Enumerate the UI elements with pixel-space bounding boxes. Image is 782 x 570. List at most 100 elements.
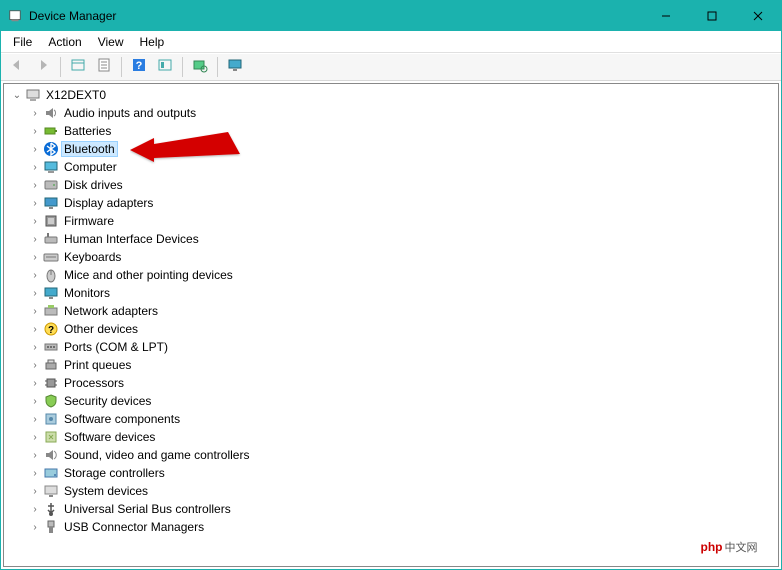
add-hardware-button[interactable] xyxy=(223,55,247,79)
properties-icon xyxy=(96,57,112,78)
system-icon xyxy=(43,483,59,499)
tree-item[interactable]: ›Mice and other pointing devices xyxy=(4,266,778,284)
tree-root-label: X12DEXT0 xyxy=(44,88,108,102)
chevron-right-icon[interactable]: › xyxy=(28,448,42,462)
tree-item[interactable]: ›Human Interface Devices xyxy=(4,230,778,248)
chevron-right-icon[interactable]: › xyxy=(28,250,42,264)
chevron-right-icon[interactable]: › xyxy=(28,286,42,300)
chevron-right-icon[interactable]: › xyxy=(28,502,42,516)
mouse-icon xyxy=(43,267,59,283)
other-icon: ? xyxy=(43,321,59,337)
chevron-right-icon[interactable]: › xyxy=(28,484,42,498)
computer-icon xyxy=(43,159,59,175)
panel-icon xyxy=(70,57,86,78)
tree-item-label: Ports (COM & LPT) xyxy=(62,340,170,354)
chevron-right-icon[interactable]: › xyxy=(28,520,42,534)
chevron-right-icon[interactable]: › xyxy=(28,268,42,282)
tree-item[interactable]: › Keyboards xyxy=(4,248,778,266)
toolbar: ? xyxy=(1,53,781,81)
chevron-right-icon[interactable]: › xyxy=(28,196,42,210)
help-icon: ? xyxy=(131,57,147,78)
tree-item[interactable]: ›Universal Serial Bus controllers xyxy=(4,500,778,518)
chevron-right-icon[interactable]: › xyxy=(28,304,42,318)
tree-root-node[interactable]: ⌄ X12DEXT0 xyxy=(4,86,778,104)
battery-icon xyxy=(43,123,59,139)
chevron-right-icon[interactable]: › xyxy=(28,106,42,120)
chevron-right-icon[interactable]: › xyxy=(28,466,42,480)
tree-item[interactable]: › Ports (COM & LPT) xyxy=(4,338,778,356)
usb-conn-icon xyxy=(43,519,59,535)
chevron-right-icon[interactable]: › xyxy=(28,430,42,444)
software-comp-icon xyxy=(43,411,59,427)
tree-item-label: Firmware xyxy=(62,214,116,228)
usb-icon xyxy=(43,501,59,517)
maximize-button[interactable] xyxy=(689,1,735,31)
minimize-button[interactable] xyxy=(643,1,689,31)
properties-button[interactable] xyxy=(92,55,116,79)
tree-item-label: Software devices xyxy=(62,430,157,444)
monitor-icon xyxy=(43,285,59,301)
printer-icon xyxy=(43,357,59,373)
tree-item-label: Processors xyxy=(62,376,126,390)
help-button[interactable]: ? xyxy=(127,55,151,79)
chevron-right-icon[interactable]: › xyxy=(28,124,42,138)
chevron-right-icon[interactable]: › xyxy=(28,376,42,390)
tree-item-label: Display adapters xyxy=(62,196,155,210)
menu-help[interactable]: Help xyxy=(132,33,173,51)
tree-item-label: Sound, video and game controllers xyxy=(62,448,251,462)
close-button[interactable] xyxy=(735,1,781,31)
tree-view[interactable]: ⌄ X12DEXT0 ›Audio inputs and outputs›Batte… xyxy=(3,83,779,567)
tree-item-label: Software components xyxy=(62,412,182,426)
chevron-down-icon[interactable]: ⌄ xyxy=(10,88,24,102)
chevron-right-icon[interactable]: › xyxy=(28,394,42,408)
watermark: php 中文网 xyxy=(684,532,774,562)
tree-item[interactable]: ›USB Connector Managers xyxy=(4,518,778,536)
menu-view[interactable]: View xyxy=(90,33,132,51)
back-button xyxy=(5,55,29,79)
tree-item[interactable]: ›Batteries xyxy=(4,122,778,140)
chevron-right-icon[interactable]: › xyxy=(28,340,42,354)
menu-action[interactable]: Action xyxy=(40,33,89,51)
cpu-icon xyxy=(43,375,59,391)
tree-item[interactable]: › Processors xyxy=(4,374,778,392)
tree-item[interactable]: › Firmware xyxy=(4,212,778,230)
show-hide-button[interactable] xyxy=(66,55,90,79)
tree-item[interactable]: ›Print queues xyxy=(4,356,778,374)
tree-item[interactable]: ›Computer xyxy=(4,158,778,176)
tree-item[interactable]: ›Network adapters xyxy=(4,302,778,320)
tree-item[interactable]: › Software components xyxy=(4,410,778,428)
action-button[interactable] xyxy=(153,55,177,79)
scan-hardware-button[interactable] xyxy=(188,55,212,79)
tree-item-label: Storage controllers xyxy=(62,466,167,480)
firmware-icon xyxy=(43,213,59,229)
tree-item[interactable]: › Monitors xyxy=(4,284,778,302)
tree-item[interactable]: ›System devices xyxy=(4,482,778,500)
chevron-right-icon[interactable]: › xyxy=(28,214,42,228)
menu-file[interactable]: File xyxy=(5,33,40,51)
svg-text:?: ? xyxy=(48,325,54,336)
tree-item[interactable]: ›Bluetooth xyxy=(4,140,778,158)
tree-item[interactable]: › Sound, video and game controllers xyxy=(4,446,778,464)
port-icon xyxy=(43,339,59,355)
tree-item-label: Monitors xyxy=(62,286,112,300)
tree-item[interactable]: › Software devices xyxy=(4,428,778,446)
storage-icon xyxy=(43,465,59,481)
security-icon xyxy=(43,393,59,409)
tree-item[interactable]: › Disk drives xyxy=(4,176,778,194)
tree-item-label: Disk drives xyxy=(62,178,125,192)
tree-item[interactable]: › Display adapters xyxy=(4,194,778,212)
chevron-right-icon[interactable]: › xyxy=(28,160,42,174)
chevron-right-icon[interactable]: › xyxy=(28,412,42,426)
hid-icon xyxy=(43,231,59,247)
chevron-right-icon[interactable]: › xyxy=(28,232,42,246)
tree-item[interactable]: ›Security devices xyxy=(4,392,778,410)
tree-item-label: Keyboards xyxy=(62,250,123,264)
chevron-right-icon[interactable]: › xyxy=(28,358,42,372)
window-controls xyxy=(643,1,781,31)
chevron-right-icon[interactable]: › xyxy=(28,178,42,192)
tree-item[interactable]: ›Audio inputs and outputs xyxy=(4,104,778,122)
tree-item[interactable]: › Storage controllers xyxy=(4,464,778,482)
tree-item[interactable]: ›?Other devices xyxy=(4,320,778,338)
chevron-right-icon[interactable]: › xyxy=(28,142,42,156)
chevron-right-icon[interactable]: › xyxy=(28,322,42,336)
